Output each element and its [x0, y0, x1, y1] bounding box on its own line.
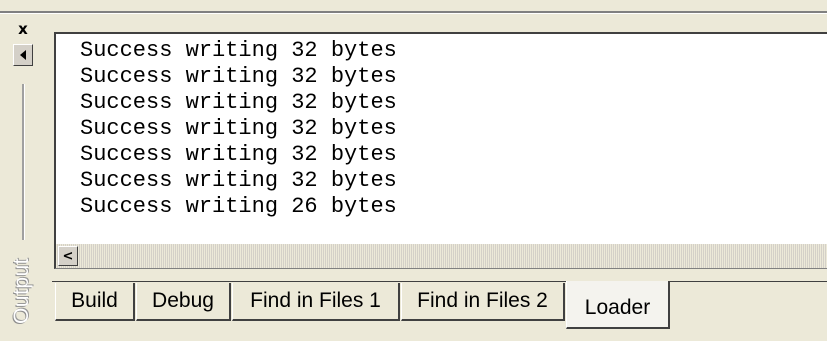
close-button[interactable]: x [13, 20, 33, 38]
panel-title: Output [0, 250, 44, 332]
panel-title-text: Output [10, 257, 34, 325]
tabs-baseline [52, 281, 827, 282]
tab-label: Find in Files 2 [417, 289, 548, 312]
tab-debug[interactable]: Debug [136, 283, 231, 321]
tab-loader[interactable]: Loader [566, 281, 670, 329]
chevron-left-icon: < [62, 248, 74, 264]
panel-top-border [0, 11, 827, 14]
tab-build[interactable]: Build [55, 283, 135, 321]
output-line: Success writing 32 bytes [80, 168, 397, 193]
tab-label: Loader [584, 296, 651, 319]
tab-find-in-files-2[interactable]: Find in Files 2 [401, 283, 565, 321]
output-line: Success writing 32 bytes [80, 38, 397, 63]
scroll-left-button[interactable]: < [58, 246, 78, 266]
output-line: Success writing 32 bytes [80, 116, 397, 141]
tab-label: Build [71, 289, 118, 312]
output-line: Success writing 32 bytes [80, 64, 397, 89]
tab-label: Find in Files 1 [250, 289, 381, 312]
tab-label: Debug [152, 289, 214, 312]
output-text-area[interactable]: Success writing 32 bytes Success writing… [54, 32, 827, 244]
output-line: Success writing 32 bytes [80, 142, 397, 167]
tab-find-in-files-1[interactable]: Find in Files 1 [232, 283, 400, 321]
output-line: Success writing 26 bytes [80, 194, 397, 219]
close-icon[interactable]: x [18, 20, 28, 38]
scroll-left-icon [20, 50, 26, 60]
horizontal-scrollbar[interactable]: < [54, 244, 827, 269]
output-line: Success writing 32 bytes [80, 90, 397, 115]
dock-grip[interactable] [22, 84, 25, 240]
pane-scroll-left-button[interactable] [13, 44, 33, 66]
